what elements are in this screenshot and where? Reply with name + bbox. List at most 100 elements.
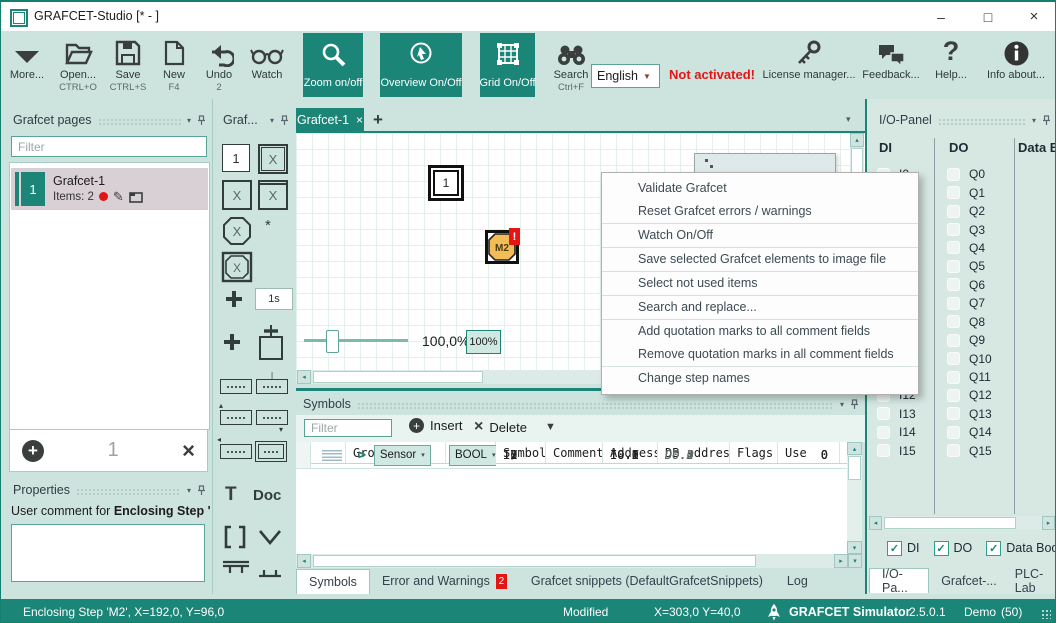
license-manager-button[interactable]: License manager... <box>769 35 849 97</box>
io-checkbox[interactable]: ✓ DO <box>934 541 973 556</box>
io-indicator[interactable] <box>947 444 960 457</box>
page-copy-icon[interactable] <box>129 191 143 203</box>
enclosing-step-element[interactable]: M2 ! <box>485 230 531 270</box>
type-dropdown[interactable]: BOOL▾ <box>449 445 496 466</box>
di-item[interactable]: I14 <box>877 423 937 441</box>
tool-sync-bar2[interactable] <box>257 565 283 579</box>
do-item[interactable]: Q5 <box>947 257 1007 275</box>
scroll-left-icon[interactable]: ◂ <box>869 516 882 530</box>
tab-errors[interactable]: Error and Warnings 2 <box>370 574 519 589</box>
scroll-right-icon[interactable]: ▸ <box>1042 516 1055 530</box>
io-indicator[interactable] <box>947 223 960 236</box>
tool-enclosing-step[interactable]: X <box>221 251 253 283</box>
tool-arrow-down[interactable] <box>257 527 283 549</box>
tab-grafcet[interactable]: Grafcet-... <box>929 574 1009 588</box>
do-item[interactable]: Q10 <box>947 349 1007 367</box>
tool-transition[interactable] <box>226 291 242 307</box>
pin-icon[interactable] <box>280 115 289 126</box>
tool-action-up[interactable]: ▴ <box>220 410 252 425</box>
io-indicator[interactable] <box>947 168 960 181</box>
io-indicator[interactable] <box>877 426 890 439</box>
more-button[interactable]: More... <box>1 35 53 97</box>
minimize-button[interactable]: – <box>919 2 963 31</box>
menu-change-step-names[interactable]: Change step names <box>602 367 918 390</box>
tool-step-with-transition[interactable] <box>255 325 287 363</box>
tool-step-double[interactable]: X <box>258 144 288 174</box>
address-cell[interactable]: I0.3 <box>603 448 658 462</box>
insert-symbol-button[interactable]: + Insert <box>409 418 463 433</box>
scrollbar-thumb[interactable] <box>851 148 863 174</box>
panel-caret-icon[interactable]: ▾ <box>187 116 191 125</box>
do-item[interactable]: Q3 <box>947 220 1007 238</box>
io-indicator[interactable] <box>947 186 960 199</box>
io-indicator[interactable] <box>947 278 960 291</box>
do-item[interactable]: Q7 <box>947 294 1007 312</box>
panel-caret-icon[interactable]: ▾ <box>187 486 191 495</box>
do-item[interactable]: Q15 <box>947 442 1007 460</box>
io-indicator[interactable] <box>877 444 890 457</box>
language-select[interactable]: English ▼ <box>591 64 660 88</box>
tool-enclosure-bracket[interactable] <box>223 524 247 550</box>
tab-plc-lab[interactable]: PLC-Lab <box>1009 567 1056 595</box>
tool-text[interactable]: T <box>225 484 237 506</box>
drag-handle-icon[interactable] <box>322 450 342 461</box>
tab-log[interactable]: Log <box>775 574 820 588</box>
scroll-up-icon[interactable]: ▴ <box>847 442 862 455</box>
symbols-more-dropdown[interactable]: ▼ <box>545 421 556 433</box>
tool-doc[interactable]: Doc <box>253 487 281 504</box>
help-button[interactable]: ? Help... <box>927 35 975 97</box>
pin-icon[interactable] <box>850 399 859 410</box>
open-button[interactable]: Open... CTRL+O <box>52 35 104 97</box>
table-vertical-scrollbar[interactable]: ▴ ▾ <box>847 442 862 554</box>
di-item[interactable]: I15 <box>877 442 937 460</box>
io-indicator[interactable] <box>947 389 960 402</box>
do-item[interactable]: Q2 <box>947 202 1007 220</box>
scrollbar-thumb[interactable] <box>884 517 1016 529</box>
pin-icon[interactable] <box>197 115 206 126</box>
status-simulator-label[interactable]: GRAFCET Simulator <box>789 605 911 619</box>
tab-grafcet-1[interactable]: Grafcet-1 × <box>296 108 364 132</box>
scroll-up-icon[interactable]: ▴ <box>850 133 864 147</box>
scrollbar-thumb[interactable] <box>848 456 861 480</box>
undo-button[interactable]: Undo 2 <box>193 35 245 97</box>
menu-add-quotes[interactable]: Add quotation marks to all comment field… <box>602 320 918 343</box>
zoom-slider-track[interactable] <box>304 339 408 342</box>
io-indicator[interactable] <box>947 315 960 328</box>
grafcet-page-item[interactable]: 1 Grafcet-1 Items: 2 ✎ <box>11 168 208 210</box>
tool-initial-step[interactable]: 1 <box>222 144 250 172</box>
do-item[interactable]: Q12 <box>947 386 1007 404</box>
io-indicator[interactable] <box>877 407 890 420</box>
do-item[interactable]: Q1 <box>947 183 1007 201</box>
scroll-down-icon[interactable]: ▾ <box>847 541 862 554</box>
zoom-toggle-button[interactable]: Zoom on/off <box>303 33 363 97</box>
zoom-slider-handle[interactable] <box>326 330 339 353</box>
tool-action[interactable] <box>220 379 252 394</box>
info-about-button[interactable]: Info about... <box>985 35 1047 97</box>
table-horizontal-scrollbar[interactable]: ◂ ▸ ▾ <box>296 554 862 568</box>
io-horizontal-scrollbar[interactable]: ◂ ▸ <box>869 516 1055 530</box>
tool-action-left[interactable]: ◂ <box>220 444 252 459</box>
io-checkbox[interactable]: ✓ Data Boo <box>986 541 1056 556</box>
tab-symbols[interactable]: Symbols <box>296 569 370 594</box>
io-indicator[interactable] <box>947 426 960 439</box>
panel-caret-icon[interactable]: ▾ <box>1032 116 1036 125</box>
menu-save-elements-image[interactable]: Save selected Grafcet elements to image … <box>602 248 918 272</box>
do-item[interactable]: Q0 <box>947 165 1007 183</box>
overview-toggle-button[interactable]: Overview On/Off <box>380 33 462 97</box>
menu-remove-quotes[interactable]: Remove quotation marks in all comment fi… <box>602 343 918 367</box>
new-tab-button[interactable]: + <box>373 110 383 130</box>
do-item[interactable]: Q11 <box>947 368 1007 386</box>
watch-button[interactable]: Watch <box>241 35 293 97</box>
io-indicator[interactable] <box>947 297 960 310</box>
tool-step[interactable]: X <box>222 180 252 210</box>
resize-grip[interactable] <box>1041 609 1051 619</box>
db-address-cell[interactable]: D0.3 <box>658 448 730 462</box>
scroll-left-icon[interactable]: ◂ <box>297 554 311 568</box>
menu-reset-errors[interactable]: Reset Grafcet errors / warnings <box>602 200 918 224</box>
scroll-right-icon[interactable]: ▸ <box>834 554 848 568</box>
tool-star[interactable]: * <box>265 217 271 234</box>
scrollbar-thumb[interactable] <box>313 555 756 567</box>
io-indicator[interactable] <box>947 407 960 420</box>
pencil-icon[interactable]: ✎ <box>113 189 124 205</box>
io-indicator[interactable] <box>947 371 960 384</box>
